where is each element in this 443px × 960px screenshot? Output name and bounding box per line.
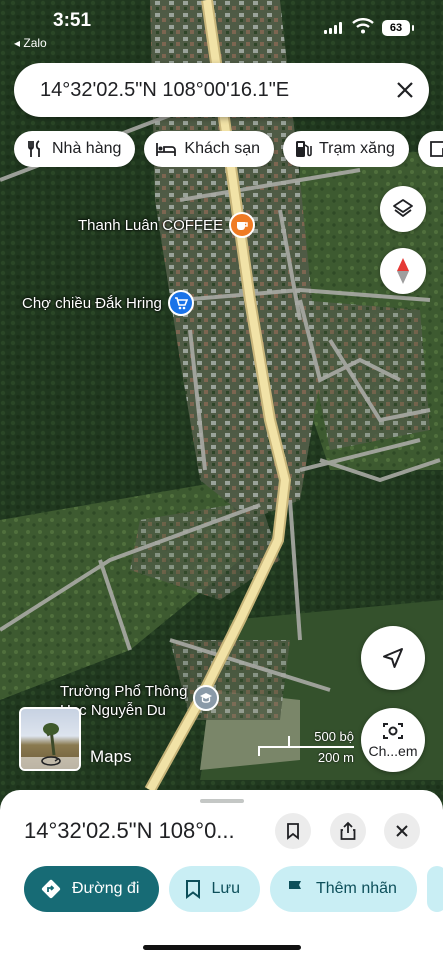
scale-feet: 500 bộ xyxy=(314,729,354,744)
compass-button[interactable] xyxy=(380,248,426,294)
bookmark-icon xyxy=(287,823,299,840)
coffee-icon xyxy=(229,212,256,238)
scale-meters: 200 m xyxy=(317,750,354,765)
chip-more[interactable] xyxy=(417,131,443,167)
battery-icon: 63 xyxy=(382,20,414,36)
share-icon xyxy=(340,821,356,840)
chip-restaurants[interactable]: Nhà hàng xyxy=(14,131,136,167)
lens-label: Ch...em xyxy=(368,743,418,759)
action-label: Đường đi xyxy=(72,880,140,897)
poi-truong-nguyen-du[interactable]: Trường Phổ Thông Học Nguyễn Du xyxy=(60,682,220,720)
close-icon[interactable] xyxy=(381,63,429,117)
share-button[interactable] xyxy=(330,813,366,849)
maps-logo: Maps xyxy=(90,747,132,766)
school-icon xyxy=(193,685,220,711)
layers-button[interactable] xyxy=(380,186,426,232)
action-buttons: Đường đi Lưu Thêm nhãn xyxy=(24,866,443,914)
category-chips: Nhà hàng Khách sạn Trạm xăng xyxy=(14,131,443,167)
restaurant-icon xyxy=(28,140,40,157)
cellular-signal-icon xyxy=(324,22,342,34)
chip-hotels[interactable]: Khách sạn xyxy=(144,131,274,167)
close-icon xyxy=(396,825,408,837)
status-time: 3:51 xyxy=(53,10,92,31)
360-view-icon xyxy=(41,756,61,766)
store-icon xyxy=(429,141,443,157)
gas-station-icon xyxy=(296,141,312,157)
action-label: Thêm nhãn xyxy=(315,880,397,897)
search-input[interactable]: 14°32'02.5"N 108°00'16.1"E xyxy=(40,79,381,102)
sheet-title: 14°32'02.5"N 108°0... xyxy=(24,818,235,843)
poi-label: Thanh Luân COFFEE xyxy=(78,216,224,234)
poi-cho-chieu-dak-hring[interactable]: Chợ chiều Đắk Hring xyxy=(22,290,194,316)
poi-thanh-luan-coffee[interactable]: Thanh Luân COFFEE xyxy=(78,212,256,238)
lens-button[interactable]: Ch...em xyxy=(361,708,425,772)
street-view-thumbnail[interactable] xyxy=(19,707,81,771)
back-to-app-link[interactable]: ◂ Zalo xyxy=(14,36,47,50)
home-indicator[interactable] xyxy=(143,945,301,950)
status-bar: 3:51 ◂ Zalo 63 xyxy=(0,0,443,56)
add-label-button[interactable]: Thêm nhãn xyxy=(269,866,417,912)
more-actions-button[interactable] xyxy=(426,866,443,912)
map-scale: 500 bộ 200 m xyxy=(258,728,358,768)
shopping-cart-icon xyxy=(167,290,194,316)
wifi-icon xyxy=(352,18,374,34)
chip-label: Nhà hàng xyxy=(52,140,122,157)
camera-lens-icon xyxy=(383,723,403,739)
navigation-arrow-icon xyxy=(383,648,403,668)
hotel-icon xyxy=(156,143,177,156)
compass-icon xyxy=(397,258,409,284)
my-location-button[interactable] xyxy=(361,626,425,690)
sheet-drag-handle[interactable] xyxy=(200,799,244,803)
directions-button[interactable]: Đường đi xyxy=(24,866,160,912)
save-bookmark-button[interactable] xyxy=(275,813,311,849)
flag-icon xyxy=(288,881,301,897)
directions-icon xyxy=(41,879,61,899)
action-label: Lưu xyxy=(211,880,240,897)
layers-icon xyxy=(393,199,413,217)
search-bar[interactable]: 14°32'02.5"N 108°00'16.1"E xyxy=(14,63,429,117)
save-button[interactable]: Lưu xyxy=(169,866,260,912)
close-sheet-button[interactable] xyxy=(384,813,420,849)
poi-label: Chợ chiều Đắk Hring xyxy=(22,294,162,312)
chip-gas-stations[interactable]: Trạm xăng xyxy=(283,131,409,167)
chip-label: Trạm xăng xyxy=(319,140,395,157)
chip-label: Khách sạn xyxy=(184,140,260,157)
bookmark-icon xyxy=(186,880,201,899)
